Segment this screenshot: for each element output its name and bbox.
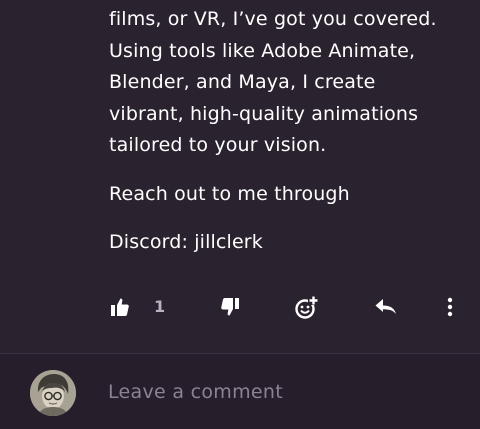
reply-arrow-icon bbox=[375, 299, 396, 314]
like-button[interactable] bbox=[106, 290, 134, 324]
comment-composer bbox=[0, 354, 480, 429]
post-text-line: tailored to your vision. bbox=[109, 134, 327, 156]
add-emoji-icon bbox=[295, 296, 319, 319]
thumbs-up-icon bbox=[111, 298, 129, 316]
more-vertical-icon bbox=[447, 297, 453, 317]
post-discord-line: Discord: jillclerk bbox=[109, 231, 263, 253]
post-contact-line: Reach out to me through bbox=[109, 182, 350, 205]
post-text-line: films, or VR, I’ve got you covered. bbox=[109, 8, 437, 30]
thumbs-down-icon bbox=[221, 298, 239, 316]
user-avatar[interactable] bbox=[30, 370, 76, 416]
post-detail-screen: films, or VR, I’ve got you covered. Usin… bbox=[0, 0, 480, 429]
post-text-line: Blender, and Maya, I create bbox=[109, 71, 376, 93]
post-action-bar: 1 bbox=[0, 290, 480, 324]
post-text-line: Using tools like Adobe Animate, bbox=[109, 39, 416, 62]
reply-button[interactable] bbox=[372, 290, 400, 324]
post-body: films, or VR, I’ve got you covered. Usin… bbox=[109, 4, 459, 259]
add-reaction-button[interactable] bbox=[292, 290, 322, 324]
user-avatar-image bbox=[30, 370, 76, 416]
more-options-button[interactable] bbox=[440, 290, 460, 324]
comment-input[interactable] bbox=[108, 376, 448, 408]
post-text-line: vibrant, high-quality animations bbox=[109, 102, 419, 125]
like-count: 1 bbox=[154, 297, 166, 316]
dislike-button[interactable] bbox=[216, 290, 244, 324]
